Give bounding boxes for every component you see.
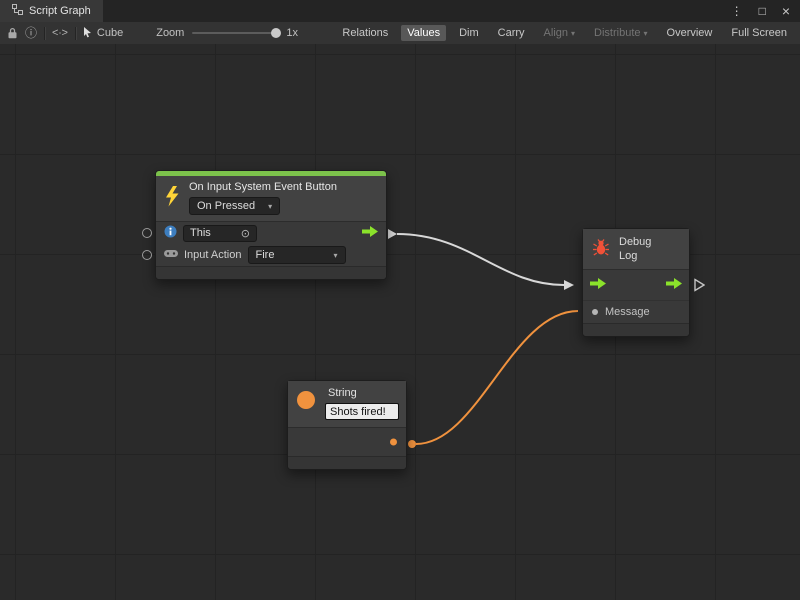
cursor-icon xyxy=(83,26,92,41)
debug-flow-row xyxy=(583,269,689,300)
gamepad-icon xyxy=(164,249,178,261)
caret-down-icon: ▾ xyxy=(333,251,337,260)
align-label: Align xyxy=(544,27,568,39)
string-output-port[interactable] xyxy=(390,439,397,446)
close-icon[interactable]: × xyxy=(782,3,790,19)
control-wire-arrowhead xyxy=(564,280,574,290)
input-action-value: Fire xyxy=(256,249,275,261)
window-controls: ⋮ □ × xyxy=(721,0,800,22)
carry-button[interactable]: Carry xyxy=(492,25,531,41)
full-screen-button[interactable]: Full Screen xyxy=(725,25,793,41)
node-debug-log[interactable]: Debug Log xyxy=(582,228,690,337)
string-value-input[interactable] xyxy=(325,403,399,420)
event-node-header: On Input System Event Button On Pressed … xyxy=(156,176,386,221)
event-node-title: On Input System Event Button xyxy=(189,181,337,193)
relations-button[interactable]: Relations xyxy=(336,25,394,41)
lock-icon[interactable] xyxy=(7,27,18,39)
distribute-button[interactable]: Distribute ▾ xyxy=(588,25,653,41)
zoom-control: Zoom 1x xyxy=(156,27,298,39)
on-pressed-dropdown[interactable]: On Pressed ▾ xyxy=(189,197,280,215)
zoom-slider[interactable] xyxy=(192,32,278,34)
menu-icon[interactable]: ⋮ xyxy=(731,4,743,18)
caret-down-icon: ▾ xyxy=(644,29,648,38)
flow-output-arrow-icon[interactable] xyxy=(666,278,682,292)
lightning-icon xyxy=(164,186,180,210)
string-node-header: String xyxy=(288,381,406,427)
string-node-footer xyxy=(288,456,406,469)
bug-icon xyxy=(592,239,610,259)
value-wire xyxy=(416,311,578,444)
debug-node-footer xyxy=(583,323,689,336)
toolbar-divider xyxy=(44,27,45,40)
zoom-value: 1x xyxy=(286,27,298,39)
maximize-icon[interactable]: □ xyxy=(759,4,766,18)
tab-title: Script Graph xyxy=(29,5,91,17)
object-picker-icon[interactable]: ⊙ xyxy=(241,227,250,240)
caret-down-icon: ▾ xyxy=(571,29,575,38)
caret-down-icon: ▾ xyxy=(268,202,272,211)
overview-button[interactable]: Overview xyxy=(661,25,719,41)
zoom-slider-knob[interactable] xyxy=(271,28,281,38)
debug-node-subtitle: Log xyxy=(619,249,651,263)
this-input-port[interactable] xyxy=(142,228,152,238)
event-node-body: This ⊙ xyxy=(156,221,386,266)
node-string-literal[interactable]: String xyxy=(287,380,407,470)
dim-button[interactable]: Dim xyxy=(453,25,485,41)
on-pressed-value: On Pressed xyxy=(197,200,255,212)
debug-node-header: Debug Log xyxy=(583,229,689,269)
event-output-port-triangle[interactable] xyxy=(388,229,397,239)
event-node-footer xyxy=(156,266,386,279)
this-object-field[interactable]: This ⊙ xyxy=(183,225,257,242)
script-graph-window: Script Graph ⋮ □ × ⓘ <∙> Cube xyxy=(0,0,800,600)
message-label: Message xyxy=(605,306,650,318)
graph-canvas[interactable]: On Input System Event Button On Pressed … xyxy=(0,44,800,600)
string-node-title: String xyxy=(328,387,399,399)
input-action-label: Input Action xyxy=(184,249,242,261)
message-input-port[interactable] xyxy=(592,309,598,315)
graph-toolbar: ⓘ <∙> Cube Zoom 1x Relations Values Dim … xyxy=(0,22,800,45)
this-row: This ⊙ xyxy=(156,222,386,244)
flow-input-arrow-icon[interactable] xyxy=(590,278,606,292)
align-button[interactable]: Align▾ xyxy=(538,25,581,41)
toolbar-divider xyxy=(75,27,76,40)
title-bar: Script Graph ⋮ □ × xyxy=(0,0,800,22)
this-icon xyxy=(164,225,177,241)
tab-script-graph[interactable]: Script Graph xyxy=(0,0,103,22)
string-type-icon xyxy=(297,391,315,409)
trigger-output-arrow-icon[interactable] xyxy=(362,226,378,240)
zoom-label: Zoom xyxy=(156,27,184,39)
values-button[interactable]: Values xyxy=(401,25,446,41)
control-wire xyxy=(397,234,564,285)
script-graph-icon xyxy=(12,4,23,18)
string-node-body xyxy=(288,427,406,456)
string-output-port-dot[interactable] xyxy=(408,440,416,448)
message-row: Message xyxy=(583,300,689,323)
target-object-label: Cube xyxy=(97,27,123,39)
code-icon[interactable]: <∙> xyxy=(52,28,68,39)
input-action-dropdown[interactable]: Fire ▾ xyxy=(248,246,346,264)
distribute-label: Distribute xyxy=(594,27,640,39)
debug-node-title: Debug xyxy=(619,235,651,249)
node-on-input-system-event-button[interactable]: On Input System Event Button On Pressed … xyxy=(155,170,387,280)
this-label: This xyxy=(190,227,211,239)
flow-output-port-triangle[interactable] xyxy=(694,279,705,292)
target-object-selector[interactable]: Cube xyxy=(83,26,123,41)
input-action-port[interactable] xyxy=(142,250,152,260)
input-action-row: Input Action Fire ▾ xyxy=(156,244,386,266)
info-icon[interactable]: ⓘ xyxy=(25,27,37,39)
